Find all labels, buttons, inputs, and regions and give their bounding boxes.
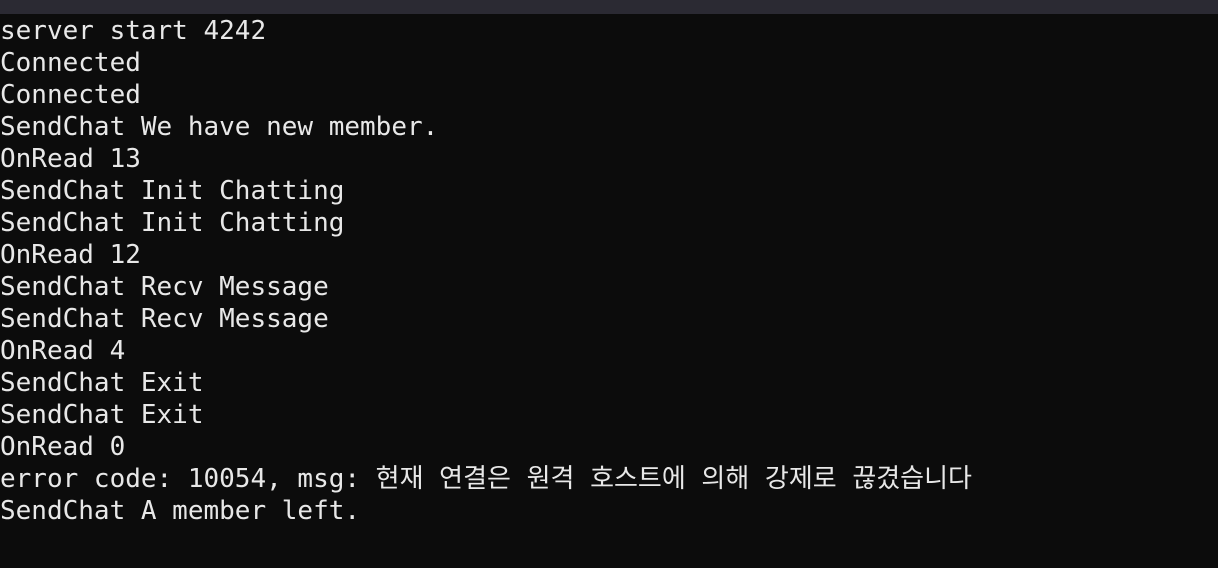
console-line: Connected [0, 80, 141, 110]
console-line: SendChat Init Chatting [0, 208, 345, 238]
console-line: SendChat Exit [0, 400, 204, 430]
console-line: server start 4242 [0, 16, 267, 46]
console-line: SendChat A member left. [0, 496, 361, 526]
console-line: SendChat Exit [0, 368, 204, 398]
console-line: OnRead 4 [0, 336, 126, 366]
console-line: OnRead 12 [0, 240, 141, 270]
console-line: Connected [0, 48, 141, 78]
console-output[interactable]: server start 4242 Connected Connected Se… [0, 15, 972, 527]
console-window: server start 4242 Connected Connected Se… [0, 0, 1218, 568]
console-line: SendChat Recv Message [0, 272, 329, 302]
window-title-strip [0, 0, 1218, 14]
console-line: SendChat We have new member. [0, 112, 439, 142]
console-line: SendChat Init Chatting [0, 176, 345, 206]
console-line: OnRead 0 [0, 432, 126, 462]
console-line: OnRead 13 [0, 144, 141, 174]
console-line: SendChat Recv Message [0, 304, 329, 334]
error-line: error code: 10054, msg: 현재 연결은 원격 호스트에 의… [0, 464, 972, 494]
